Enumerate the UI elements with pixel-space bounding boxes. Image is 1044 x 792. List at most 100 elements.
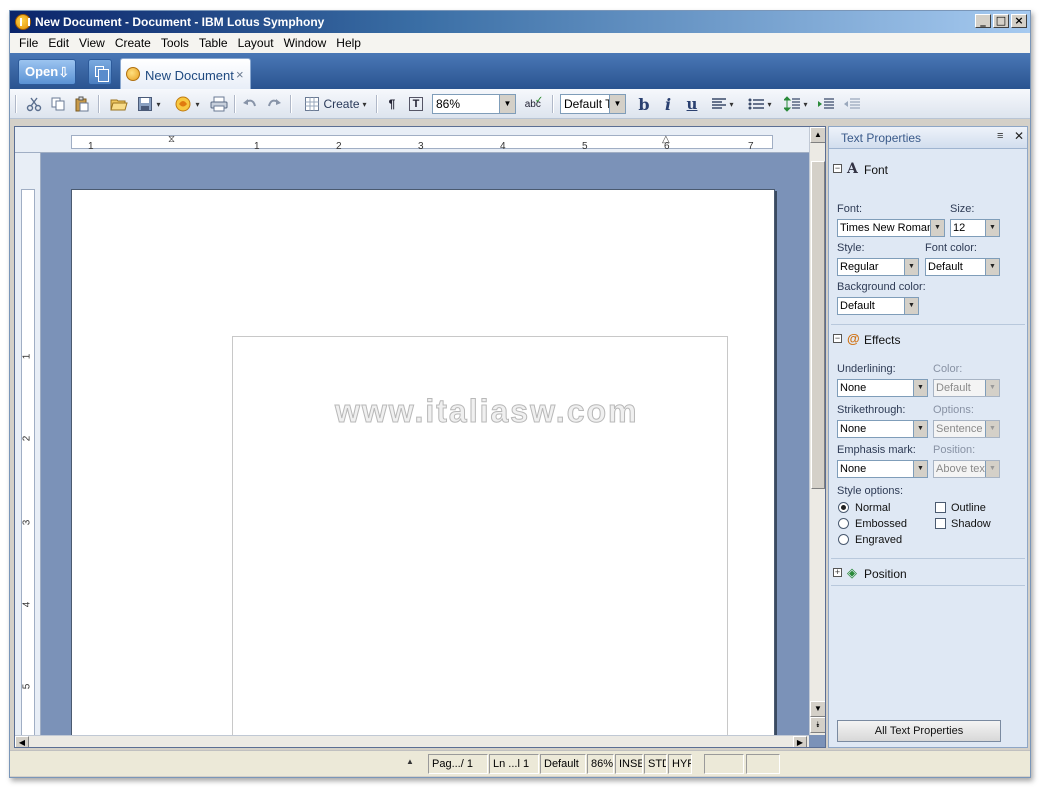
chevron-down-icon[interactable]: ▼ bbox=[985, 380, 999, 396]
chevron-down-icon[interactable]: ▼ bbox=[904, 298, 918, 314]
scroll-down-icon[interactable]: ▼ bbox=[810, 701, 825, 717]
chevron-down-icon[interactable]: ▼ bbox=[930, 220, 944, 236]
emphasis-position-select[interactable]: Above text ▼ bbox=[933, 460, 1000, 478]
background-color-select[interactable]: Default ▼ bbox=[837, 297, 919, 315]
style-option-normal-radio[interactable] bbox=[838, 502, 849, 513]
expand-icon[interactable]: + bbox=[833, 568, 842, 577]
scroll-left-icon[interactable]: ◀ bbox=[15, 736, 29, 747]
symphony-app-icon[interactable] bbox=[15, 14, 31, 30]
save-icon[interactable]: ▾ bbox=[134, 94, 164, 114]
position-section-header[interactable]: + ◈ Position bbox=[829, 561, 1027, 587]
increase-indent-icon[interactable] bbox=[816, 94, 836, 114]
minimize-button[interactable]: _ bbox=[975, 14, 991, 28]
horizontal-ruler[interactable]: 1 1 2 3 4 5 6 7 ⧖ △ bbox=[15, 127, 809, 153]
document-editing-area[interactable]: 1 1 2 3 4 5 6 7 ⧖ △ 1 2 3 4 5 www.italia… bbox=[14, 126, 826, 748]
align-left-icon[interactable]: ▾ bbox=[708, 94, 738, 114]
menu-create[interactable]: Create bbox=[110, 34, 156, 52]
style-dropdown-icon[interactable]: ▼ bbox=[609, 95, 625, 113]
open-folder-icon[interactable] bbox=[108, 94, 130, 114]
status-hyphenation[interactable]: HYP bbox=[668, 754, 692, 774]
menu-view[interactable]: View bbox=[74, 34, 110, 52]
chevron-down-icon[interactable]: ▼ bbox=[985, 461, 999, 477]
underlining-select[interactable]: None ▼ bbox=[837, 379, 928, 397]
bold-button[interactable]: b bbox=[634, 94, 654, 114]
menu-help[interactable]: Help bbox=[331, 34, 366, 52]
chevron-down-icon[interactable]: ▼ bbox=[904, 259, 918, 275]
redo-icon[interactable] bbox=[264, 94, 284, 114]
scroll-up-icon[interactable]: ▲ bbox=[810, 127, 825, 143]
scroll-right-icon[interactable]: ▶ bbox=[793, 736, 807, 747]
strikethrough-select[interactable]: None ▼ bbox=[837, 420, 928, 438]
underline-button[interactable]: u bbox=[682, 94, 702, 114]
cut-icon[interactable] bbox=[24, 94, 44, 114]
vertical-scroll-thumb[interactable] bbox=[811, 161, 825, 489]
panel-menu-icon[interactable]: ≡ bbox=[997, 130, 1003, 142]
copy-icon[interactable] bbox=[48, 94, 68, 114]
collapse-icon[interactable]: − bbox=[833, 334, 842, 343]
status-selection-mode[interactable]: STD bbox=[644, 754, 667, 774]
line-spacing-icon[interactable]: ▾ bbox=[780, 94, 812, 114]
underline-color-select[interactable]: Default ▼ bbox=[933, 379, 1000, 397]
menu-table[interactable]: Table bbox=[194, 34, 233, 52]
chevron-down-icon[interactable]: ▼ bbox=[913, 380, 927, 396]
menu-tools[interactable]: Tools bbox=[156, 34, 194, 52]
status-style: Default bbox=[540, 754, 586, 774]
underlining-value: None bbox=[840, 382, 867, 394]
font-style-select[interactable]: Regular ▼ bbox=[837, 258, 919, 276]
bullet-list-icon[interactable]: ▾ bbox=[744, 94, 776, 114]
right-indent-marker-icon[interactable]: △ bbox=[662, 134, 670, 145]
zoom-combo[interactable]: 86% ▼ bbox=[432, 94, 516, 114]
outline-checkbox[interactable] bbox=[935, 502, 946, 513]
font-size-select[interactable]: 12 ▼ bbox=[950, 219, 1000, 237]
status-zoom[interactable]: 86% bbox=[587, 754, 614, 774]
paragraph-style-combo[interactable]: Default T ▼ bbox=[560, 94, 626, 114]
strike-options-select[interactable]: Sentence ▼ bbox=[933, 420, 1000, 438]
style-option-engraved-radio[interactable] bbox=[838, 534, 849, 545]
print-icon[interactable] bbox=[208, 94, 230, 114]
panel-close-icon[interactable]: ✕ bbox=[1014, 129, 1024, 143]
horizontal-scrollbar[interactable]: ◀ ▶ bbox=[15, 735, 809, 747]
chevron-down-icon[interactable]: ▼ bbox=[913, 421, 927, 437]
chevron-down-icon[interactable]: ▼ bbox=[985, 220, 999, 236]
tab-new-document[interactable]: New Document × bbox=[120, 58, 251, 89]
shadow-label: Shadow bbox=[951, 518, 991, 530]
menu-window[interactable]: Window bbox=[279, 34, 332, 52]
style-option-embossed-radio[interactable] bbox=[838, 518, 849, 529]
new-window-button[interactable] bbox=[88, 59, 112, 85]
scroll-page-down-icon[interactable]: ⯯ bbox=[810, 717, 825, 733]
emphasis-mark-select[interactable]: None ▼ bbox=[837, 460, 928, 478]
paste-icon[interactable] bbox=[72, 94, 92, 114]
menu-edit[interactable]: Edit bbox=[43, 34, 74, 52]
left-indent-marker-icon[interactable]: ⧖ bbox=[168, 134, 175, 145]
pilcrow-icon[interactable]: ¶ bbox=[382, 94, 402, 114]
font-name-select[interactable]: Times New Roman ▼ bbox=[837, 219, 945, 237]
font-color-select[interactable]: Default ▼ bbox=[925, 258, 1000, 276]
collapse-icon[interactable]: − bbox=[833, 164, 842, 173]
spellcheck-icon[interactable]: abc ✓ bbox=[522, 94, 546, 114]
font-section-header[interactable]: − A Font bbox=[829, 157, 1027, 183]
chevron-down-icon[interactable]: ▼ bbox=[913, 461, 927, 477]
chevron-down-icon[interactable]: ▼ bbox=[985, 259, 999, 275]
chevron-down-icon[interactable]: ▼ bbox=[985, 421, 999, 437]
decrease-indent-icon[interactable] bbox=[842, 94, 862, 114]
lotus-icon[interactable]: ▾ bbox=[170, 94, 204, 114]
vertical-scrollbar[interactable]: ▲ ▼ ⯯ bbox=[809, 127, 825, 735]
open-button[interactable]: Open ⇩ bbox=[18, 59, 76, 85]
document-page[interactable] bbox=[71, 189, 775, 747]
menu-layout[interactable]: Layout bbox=[233, 34, 279, 52]
tab-close-icon[interactable]: × bbox=[236, 67, 244, 82]
italic-button[interactable]: i bbox=[658, 94, 678, 114]
all-text-properties-button[interactable]: All Text Properties bbox=[837, 720, 1001, 742]
menu-file[interactable]: File bbox=[14, 34, 43, 52]
effects-section-header[interactable]: − @ Effects bbox=[829, 327, 1027, 353]
zoom-dropdown-icon[interactable]: ▼ bbox=[499, 95, 515, 113]
status-expand-icon[interactable]: ▲ bbox=[406, 757, 414, 766]
shadow-checkbox[interactable] bbox=[935, 518, 946, 529]
close-button[interactable]: × bbox=[1011, 14, 1027, 28]
create-dropdown[interactable]: Create ▾ bbox=[300, 94, 372, 114]
maximize-button[interactable]: □ bbox=[993, 14, 1009, 28]
textbox-icon[interactable]: T bbox=[406, 94, 426, 114]
undo-icon[interactable] bbox=[240, 94, 260, 114]
status-insert-mode[interactable]: INSEI bbox=[615, 754, 643, 774]
vertical-ruler[interactable]: 1 2 3 4 5 bbox=[15, 153, 41, 747]
